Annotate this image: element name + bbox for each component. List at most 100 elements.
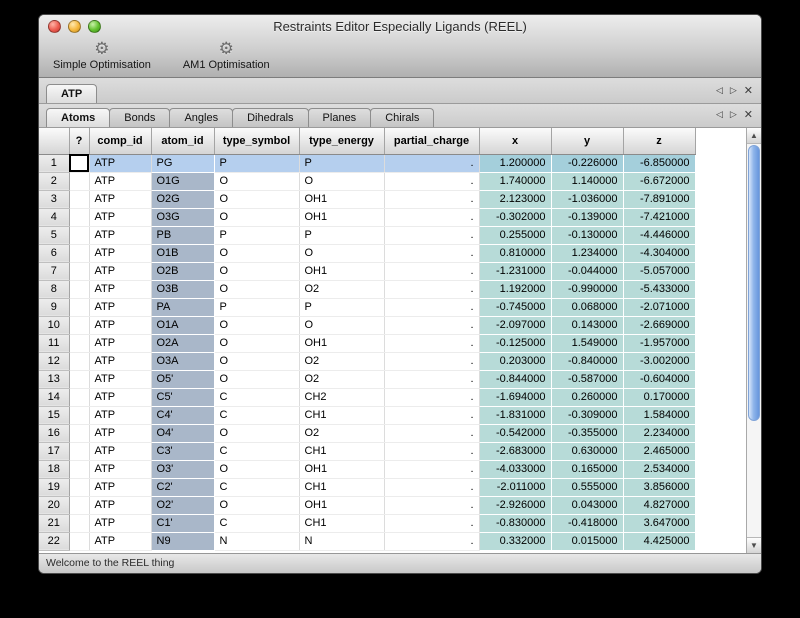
- cell-x[interactable]: -4.033000: [479, 460, 551, 478]
- cell-flag[interactable]: [69, 280, 89, 298]
- cell-partial-charge[interactable]: .: [384, 406, 479, 424]
- cell-flag[interactable]: [69, 352, 89, 370]
- row-header[interactable]: 13: [39, 370, 69, 388]
- cell-y[interactable]: -0.587000: [551, 370, 623, 388]
- cell-comp-id[interactable]: ATP: [89, 478, 151, 496]
- scroll-down-icon[interactable]: ▼: [747, 537, 761, 553]
- cell-x[interactable]: -0.542000: [479, 424, 551, 442]
- tab-close-icon[interactable]: ✕: [744, 108, 753, 121]
- column-header-comp-id[interactable]: comp_id: [89, 128, 151, 154]
- column-header-type-energy[interactable]: type_energy: [299, 128, 384, 154]
- cell-type-energy[interactable]: CH1: [299, 514, 384, 532]
- zoom-button[interactable]: [88, 20, 101, 33]
- cell-flag[interactable]: [69, 442, 89, 460]
- cell-flag[interactable]: [69, 424, 89, 442]
- column-header-type-symbol[interactable]: type_symbol: [214, 128, 299, 154]
- cell-z[interactable]: -0.604000: [623, 370, 695, 388]
- cell-partial-charge[interactable]: .: [384, 442, 479, 460]
- cell-x[interactable]: 1.740000: [479, 172, 551, 190]
- cell-comp-id[interactable]: ATP: [89, 172, 151, 190]
- cell-z[interactable]: 3.856000: [623, 478, 695, 496]
- cell-type-energy[interactable]: CH2: [299, 388, 384, 406]
- cell-z[interactable]: -6.672000: [623, 172, 695, 190]
- cell-type-symbol[interactable]: C: [214, 442, 299, 460]
- cell-z[interactable]: 3.647000: [623, 514, 695, 532]
- cell-comp-id[interactable]: ATP: [89, 190, 151, 208]
- cell-comp-id[interactable]: ATP: [89, 370, 151, 388]
- cell-atom-id[interactable]: O2': [151, 496, 214, 514]
- cell-atom-id[interactable]: C4': [151, 406, 214, 424]
- cell-x[interactable]: -2.926000: [479, 496, 551, 514]
- cell-flag[interactable]: [69, 514, 89, 532]
- column-header-atom-id[interactable]: atom_id: [151, 128, 214, 154]
- cell-type-symbol[interactable]: O: [214, 496, 299, 514]
- cell-atom-id[interactable]: N9: [151, 532, 214, 550]
- cell-z[interactable]: -5.433000: [623, 280, 695, 298]
- cell-type-symbol[interactable]: O: [214, 334, 299, 352]
- cell-y[interactable]: -0.840000: [551, 352, 623, 370]
- cell-x[interactable]: -0.830000: [479, 514, 551, 532]
- cell-atom-id[interactable]: O2B: [151, 262, 214, 280]
- cell-type-energy[interactable]: O2: [299, 370, 384, 388]
- tab-bonds[interactable]: Bonds: [109, 108, 170, 127]
- row-header[interactable]: 16: [39, 424, 69, 442]
- row-header[interactable]: 15: [39, 406, 69, 424]
- cell-y[interactable]: 1.549000: [551, 334, 623, 352]
- row-header[interactable]: 8: [39, 280, 69, 298]
- cell-z[interactable]: -2.071000: [623, 298, 695, 316]
- cell-flag[interactable]: [69, 388, 89, 406]
- vertical-scrollbar[interactable]: ▲ ▼: [746, 128, 761, 553]
- cell-type-energy[interactable]: O: [299, 244, 384, 262]
- cell-atom-id[interactable]: O4': [151, 424, 214, 442]
- cell-type-symbol[interactable]: C: [214, 478, 299, 496]
- row-header[interactable]: 18: [39, 460, 69, 478]
- cell-y[interactable]: -1.036000: [551, 190, 623, 208]
- cell-type-energy[interactable]: OH1: [299, 334, 384, 352]
- row-header[interactable]: 17: [39, 442, 69, 460]
- cell-z[interactable]: -2.669000: [623, 316, 695, 334]
- row-header[interactable]: 21: [39, 514, 69, 532]
- cell-comp-id[interactable]: ATP: [89, 208, 151, 226]
- cell-partial-charge[interactable]: .: [384, 334, 479, 352]
- cell-comp-id[interactable]: ATP: [89, 244, 151, 262]
- cell-z[interactable]: -7.421000: [623, 208, 695, 226]
- cell-atom-id[interactable]: O5': [151, 370, 214, 388]
- close-button[interactable]: [48, 20, 61, 33]
- cell-atom-id[interactable]: PB: [151, 226, 214, 244]
- cell-x[interactable]: -2.683000: [479, 442, 551, 460]
- cell-type-symbol[interactable]: P: [214, 298, 299, 316]
- scrollbar-thumb[interactable]: [748, 145, 760, 421]
- cell-x[interactable]: -0.745000: [479, 298, 551, 316]
- cell-type-symbol[interactable]: C: [214, 388, 299, 406]
- titlebar[interactable]: Restraints Editor Especially Ligands (RE…: [39, 15, 761, 38]
- cell-x[interactable]: -1.831000: [479, 406, 551, 424]
- cell-atom-id[interactable]: O1A: [151, 316, 214, 334]
- cell-flag[interactable]: [69, 244, 89, 262]
- cell-flag[interactable]: [69, 226, 89, 244]
- cell-x[interactable]: -0.844000: [479, 370, 551, 388]
- cell-flag[interactable]: [69, 496, 89, 514]
- tab-close-icon[interactable]: ✕: [744, 84, 753, 97]
- cell-y[interactable]: -0.130000: [551, 226, 623, 244]
- cell-atom-id[interactable]: O3B: [151, 280, 214, 298]
- cell-x[interactable]: 2.123000: [479, 190, 551, 208]
- cell-x[interactable]: -1.231000: [479, 262, 551, 280]
- column-header-partial-charge[interactable]: partial_charge: [384, 128, 479, 154]
- cell-comp-id[interactable]: ATP: [89, 154, 151, 172]
- cell-partial-charge[interactable]: .: [384, 226, 479, 244]
- cell-type-symbol[interactable]: O: [214, 424, 299, 442]
- cell-type-energy[interactable]: OH1: [299, 460, 384, 478]
- cell-atom-id[interactable]: C2': [151, 478, 214, 496]
- column-header-z[interactable]: z: [623, 128, 695, 154]
- cell-x[interactable]: -0.302000: [479, 208, 551, 226]
- cell-x[interactable]: 0.810000: [479, 244, 551, 262]
- cell-y[interactable]: -0.309000: [551, 406, 623, 424]
- am1-optimisation-button[interactable]: ⚙ AM1 Optimisation: [179, 40, 274, 71]
- cell-y[interactable]: 1.140000: [551, 172, 623, 190]
- cell-x[interactable]: 0.203000: [479, 352, 551, 370]
- cell-z[interactable]: -4.304000: [623, 244, 695, 262]
- cell-type-energy[interactable]: OH1: [299, 496, 384, 514]
- cell-z[interactable]: -7.891000: [623, 190, 695, 208]
- cell-partial-charge[interactable]: .: [384, 352, 479, 370]
- cell-comp-id[interactable]: ATP: [89, 388, 151, 406]
